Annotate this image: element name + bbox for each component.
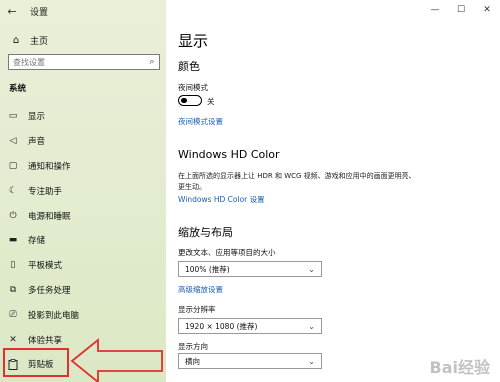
resolution-value: 1920 × 1080 (推荐): [185, 321, 258, 331]
sidebar-item-sound[interactable]: ◁ 声音: [0, 129, 166, 154]
titlebar-left: ← 设置: [0, 0, 166, 22]
home-label: 主页: [30, 36, 49, 47]
sidebar-item-label: 通知和操作: [28, 161, 71, 172]
annotation-arrow-icon: [70, 338, 163, 382]
monitor-icon: ▭: [8, 111, 18, 122]
sidebar-item-projecting[interactable]: ⎚ 投影到此电脑: [0, 302, 166, 327]
close-button[interactable]: ✕: [474, 0, 500, 20]
multitask-icon: ⧉: [9, 284, 17, 295]
maximize-button[interactable]: ☐: [448, 0, 474, 20]
sidebar-item-label: 多任务处理: [28, 285, 71, 296]
chevron-down-icon: ⌄: [308, 264, 315, 274]
sidebar-item-label: 显示: [28, 112, 46, 123]
hd-color-settings-link[interactable]: Windows HD Color 设置: [178, 194, 265, 205]
chevron-down-icon: ⌄: [308, 356, 315, 366]
app-title: 设置: [30, 7, 49, 18]
sidebar-item-multitasking[interactable]: ⧉ 多任务处理: [0, 278, 166, 303]
settings-content: — ☐ ✕ 显示 颜色 夜间模式 关 夜间模式设置 Windows HD Col…: [166, 0, 500, 382]
project-icon: ⎚: [9, 309, 17, 320]
night-mode-label: 夜间模式: [178, 83, 208, 92]
advanced-scaling-link[interactable]: 高级缩放设置: [178, 284, 223, 295]
search-box[interactable]: ⌕: [8, 54, 160, 70]
hd-color-heading: Windows HD Color: [178, 148, 280, 161]
power-icon: ⏻: [9, 210, 17, 221]
scale-layout-heading: 缩放与布局: [178, 226, 233, 239]
sidebar-item-storage[interactable]: ▬ 存储: [0, 228, 166, 253]
sidebar-item-notifications[interactable]: ▢ 通知和操作: [0, 154, 166, 179]
annotation-highlight-box: [3, 348, 69, 377]
toggle-knob: [181, 97, 187, 103]
sidebar-item-display[interactable]: ▭ 显示: [0, 104, 166, 129]
moon-icon: ☾: [8, 185, 18, 196]
tablet-icon: ▯: [10, 260, 16, 271]
page-title: 显示: [178, 32, 209, 50]
notification-icon: ▢: [8, 160, 18, 171]
sidebar-item-label: 平板模式: [28, 261, 63, 272]
window-controls: — ☐ ✕: [422, 0, 500, 20]
sidebar-item-label: 电源和睡眠: [28, 211, 71, 222]
orientation-label: 显示方向: [178, 342, 208, 351]
sidebar-item-label: 投影到此电脑: [28, 310, 80, 321]
hd-color-description: 在上面所选的显示器上让 HDR 和 WCG 视频、游戏和应用中的画面更明亮、更生…: [178, 172, 416, 191]
speaker-icon: ◁: [9, 136, 17, 147]
settings-sidebar: ← 设置 ⌂ 主页 ⌕ 系统 ▭ 显示 ◁ 声音 ▢ 通知和操作 ☾ 专注助手 …: [0, 0, 166, 382]
sidebar-item-tablet-mode[interactable]: ▯ 平板模式: [0, 253, 166, 278]
home-icon: ⌂: [12, 34, 20, 46]
back-arrow-icon: ←: [7, 4, 17, 18]
section-label-system: 系统: [9, 84, 27, 94]
color-heading: 颜色: [178, 60, 200, 73]
back-button[interactable]: ←: [0, 0, 24, 22]
sidebar-item-label: 声音: [28, 137, 46, 148]
night-mode-settings-link[interactable]: 夜间模式设置: [178, 116, 223, 127]
chevron-down-icon: ⌄: [308, 321, 315, 331]
search-input[interactable]: [9, 55, 145, 69]
sidebar-item-power-sleep[interactable]: ⏻ 电源和睡眠: [0, 203, 166, 228]
sidebar-item-focus-assist[interactable]: ☾ 专注助手: [0, 178, 166, 203]
resolution-dropdown[interactable]: 1920 × 1080 (推荐) ⌄: [178, 318, 322, 334]
orientation-value: 横向: [185, 356, 200, 366]
scale-label: 更改文本、应用等项目的大小: [178, 248, 276, 257]
storage-icon: ▬: [8, 235, 18, 246]
watermark: Bai经验: [429, 358, 490, 377]
sidebar-item-label: 体验共享: [28, 335, 63, 346]
scale-value: 100% (推荐): [185, 264, 230, 274]
search-icon[interactable]: ⌕: [145, 57, 159, 67]
share-icon: ✕: [9, 334, 17, 345]
night-mode-state: 关: [207, 97, 215, 106]
minimize-button[interactable]: —: [422, 0, 448, 20]
sidebar-item-label: 存储: [28, 236, 46, 247]
sidebar-item-label: 专注助手: [28, 186, 63, 197]
scale-dropdown[interactable]: 100% (推荐) ⌄: [178, 261, 322, 277]
night-mode-toggle[interactable]: [178, 95, 202, 106]
home-link[interactable]: ⌂ 主页: [0, 30, 166, 50]
orientation-dropdown[interactable]: 横向 ⌄: [178, 353, 322, 369]
resolution-label: 显示分辨率: [178, 305, 216, 314]
